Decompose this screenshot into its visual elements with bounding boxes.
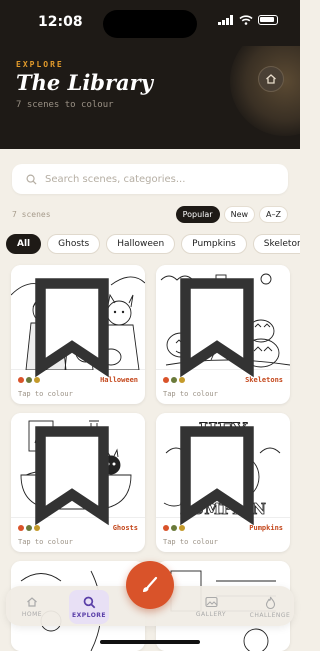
scene-card[interactable]: Halloween Tap to colour (11, 265, 145, 404)
nav-home[interactable]: HOME (12, 590, 52, 624)
bookmark-icon[interactable] (11, 273, 139, 378)
nav-explore-label: EXPLORE (71, 611, 107, 619)
chip-ghosts[interactable]: Ghosts (47, 234, 101, 254)
search-bar[interactable] (12, 164, 288, 194)
wifi-icon (239, 15, 253, 25)
nav-challenge-label: CHALLENGE (249, 611, 291, 619)
home-indicator (100, 640, 200, 644)
nav-gallery-label: GALLERY (195, 611, 227, 618)
home-icon (266, 74, 276, 84)
sort-popular[interactable]: Popular (175, 206, 220, 223)
nav-explore[interactable]: EXPLORE (69, 590, 109, 624)
nav-gallery[interactable]: GALLERY (191, 590, 231, 624)
status-time: 12:08 (38, 14, 83, 30)
scene-thumbnail: HEY PUMPKIN (156, 413, 290, 526)
sort-new[interactable]: New (223, 206, 256, 223)
search-icon (26, 174, 37, 185)
bookmark-icon[interactable] (156, 421, 284, 526)
page-subtitle: 7 scenes to colour (16, 100, 114, 110)
scene-count: 7 scenes (12, 210, 51, 219)
nav-home-label: HOME (21, 611, 43, 618)
flame-icon (265, 596, 275, 609)
scene-card[interactable]: Ghosts Tap to colour (11, 413, 145, 552)
card-action: Tap to colour (18, 390, 73, 398)
signal-icon (218, 15, 233, 25)
status-icons (218, 15, 278, 25)
scene-thumbnail (11, 413, 145, 526)
paint-brush-button[interactable] (126, 561, 174, 609)
bookmark-icon[interactable] (156, 273, 284, 378)
bookmark-icon[interactable] (11, 421, 139, 526)
search-icon (83, 596, 95, 608)
card-action: Tap to colour (18, 538, 73, 546)
scene-thumbnail (11, 265, 145, 378)
chip-all[interactable]: All (6, 234, 42, 254)
status-bar: 12:08 (0, 0, 300, 46)
scene-thumbnail (156, 265, 290, 378)
chip-skeleton[interactable]: Skeleton (252, 234, 300, 254)
home-icon (27, 597, 37, 607)
gallery-icon (204, 596, 218, 608)
category-chips: All Ghosts Halloween Pumpkins Skeleton (6, 234, 300, 254)
scene-card[interactable]: HEY PUMPKIN Pumpkins Tap to colour (156, 413, 290, 552)
scene-card[interactable]: Skeletons Tap to colour (156, 265, 290, 404)
card-action: Tap to colour (163, 538, 218, 546)
sort-az[interactable]: A–Z (259, 206, 288, 223)
page-header: EXPLORE The Library 7 scenes to colour (0, 46, 300, 149)
header-eyebrow: EXPLORE (16, 60, 64, 69)
nav-challenge[interactable]: CHALLENGE (250, 590, 290, 624)
search-input[interactable] (45, 173, 265, 185)
card-action: Tap to colour (163, 390, 218, 398)
chip-pumpkins[interactable]: Pumpkins (181, 234, 247, 254)
battery-icon (258, 15, 278, 25)
page-title: The Library (16, 70, 153, 95)
dynamic-island (103, 10, 197, 38)
paint-brush-icon (143, 576, 158, 592)
chip-halloween[interactable]: Halloween (106, 234, 176, 254)
sort-toggle: Popular New A–Z (175, 206, 288, 223)
home-button[interactable] (258, 66, 284, 92)
